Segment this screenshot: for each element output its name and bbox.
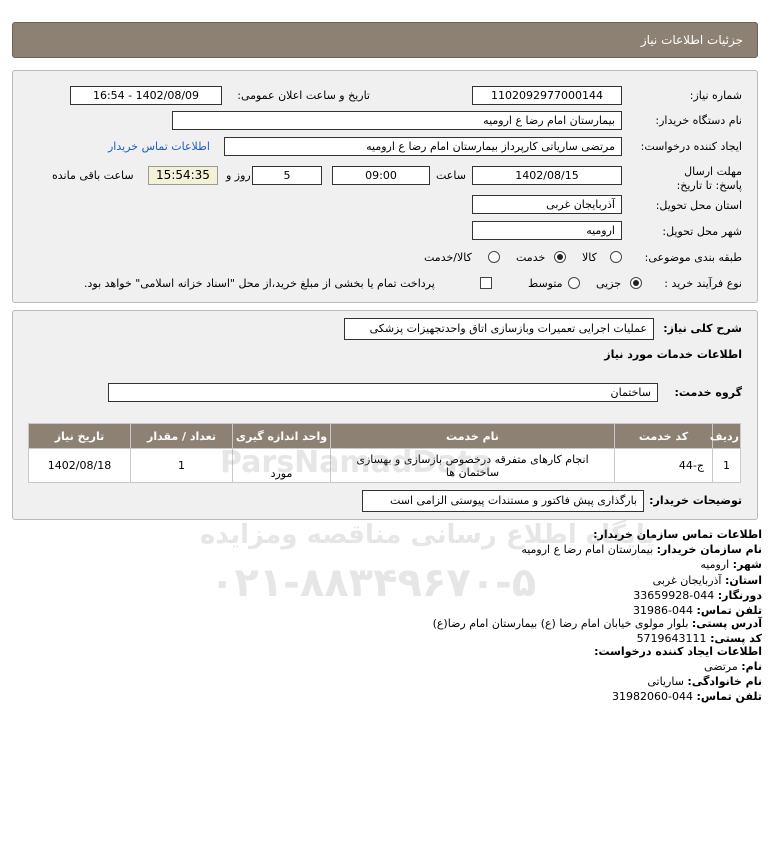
- page-title: جزئیات اطلاعات نیاز: [640, 33, 743, 47]
- creator-last-name: نام خانوادگی: ساریاتی: [647, 675, 762, 688]
- page-header: جزئیات اطلاعات نیاز: [12, 22, 758, 58]
- contact-city: شهر: ارومیه: [700, 558, 762, 571]
- cell-need-date: 1402/08/18: [28, 448, 131, 483]
- deadline-label: مهلت ارسال پاسخ: تا تاریخ:: [676, 165, 742, 192]
- category-radio-goods[interactable]: [610, 251, 622, 263]
- cell-quantity: 1: [130, 448, 233, 483]
- contact-title: اطلاعات تماس سازمان خریدار:: [593, 528, 762, 541]
- contact-fax: دورنگار: 044-33659928: [633, 589, 762, 602]
- service-group-label: گروه خدمت:: [674, 386, 742, 399]
- col-row-number: ردیف: [710, 423, 741, 449]
- buyer-notes-label: توضیحات خریدار:: [649, 494, 742, 507]
- col-service-code: کد خدمت: [614, 423, 713, 449]
- service-group-field: ساختمان: [108, 383, 658, 402]
- need-number-field: 1102092977000144: [472, 86, 622, 105]
- creator-first-name: نام: مرتضی: [704, 660, 762, 673]
- deadline-hour-label: ساعت: [436, 169, 466, 182]
- process-option-minor: جزیی: [596, 277, 622, 290]
- category-radio-service[interactable]: [554, 251, 566, 263]
- treasury-payment-note: پرداخت تمام یا بخشی از مبلغ خرید،از محل …: [84, 277, 435, 290]
- cell-unit: مورد: [232, 448, 331, 483]
- days-label: روز و: [226, 169, 251, 182]
- services-section-title: اطلاعات خدمات مورد نیاز: [604, 348, 742, 361]
- contact-org: نام سازمان خریدار: بیمارستان امام رضا ع …: [521, 543, 762, 556]
- days-remaining-field: 5: [252, 166, 322, 185]
- creator-phone: تلفن تماس: 044-31982060: [612, 690, 762, 703]
- process-option-medium: متوسط: [528, 277, 563, 290]
- need-summary-panel: [12, 310, 758, 520]
- process-label: نوع فرآیند خرید :: [664, 277, 742, 290]
- contact-postal-code: کد پستی: 5719643111: [636, 632, 762, 645]
- col-service-name: نام خدمت: [330, 423, 615, 449]
- contact-phone: تلفن تماس: 044-31986: [633, 604, 762, 617]
- category-option-service: خدمت: [516, 251, 546, 264]
- remaining-time-box: 15:54:35: [148, 166, 218, 185]
- col-unit: واحد اندازه گیری: [232, 423, 331, 449]
- remaining-time-label: ساعت باقی مانده: [52, 169, 134, 182]
- province-field: آذربایجان غربی: [472, 195, 622, 214]
- watermark-phone: ۰۲۱-۸۸۳۴۹۶۷۰-۵: [210, 560, 537, 606]
- cell-service-code: ج-44: [614, 448, 713, 483]
- creator-info-title: اطلاعات ایجاد کننده درخواست:: [594, 645, 762, 658]
- category-label: طبقه بندی موضوعی:: [644, 251, 742, 264]
- process-radio-minor[interactable]: [630, 277, 642, 289]
- city-field: ارومیه: [472, 221, 622, 240]
- category-radio-goods-service[interactable]: [488, 251, 500, 263]
- need-number-label: شماره نیاز:: [689, 89, 742, 102]
- treasury-payment-checkbox[interactable]: [480, 277, 492, 289]
- creator-label: ایجاد کننده درخواست:: [640, 140, 742, 153]
- announce-datetime-label: تاریخ و ساعت اعلان عمومی:: [237, 89, 370, 102]
- creator-field: مرتضی ساریاتی کارپرداز بیمارستان امام رض…: [224, 137, 622, 156]
- deadline-date-field: 1402/08/15: [472, 166, 622, 185]
- col-quantity: تعداد / مقدار: [130, 423, 233, 449]
- cell-service-name: انجام کارهای متفرقه درخصوص بازسازی و بهس…: [330, 448, 615, 483]
- table-header-row: ردیف کد خدمت نام خدمت واحد اندازه گیری ت…: [28, 423, 741, 449]
- buyer-org-field: بیمارستان امام رضا ع ارومیه: [172, 111, 622, 130]
- province-label: استان محل تحویل:: [655, 199, 742, 212]
- buyer-contact-link[interactable]: اطلاعات تماس خریدار: [108, 140, 210, 153]
- services-table: ردیف کد خدمت نام خدمت واحد اندازه گیری ت…: [28, 423, 741, 483]
- city-label: شهر محل تحویل:: [662, 225, 742, 238]
- announce-datetime-field: 1402/08/09 - 16:54: [70, 86, 222, 105]
- table-row: 1 ج-44 انجام کارهای متفرقه درخصوص بازساز…: [28, 448, 741, 483]
- buyer-org-label: نام دستگاه خریدار:: [655, 114, 742, 127]
- need-summary-label: شرح کلی نیاز:: [663, 322, 742, 335]
- cell-row-number: 1: [712, 448, 741, 483]
- deadline-time-field: 09:00: [332, 166, 430, 185]
- category-option-goods: کالا: [582, 251, 597, 264]
- buyer-notes-field: بارگذاری پیش فاکتور و مستندات پیوستی الز…: [362, 490, 644, 512]
- contact-address: آدرس پستی: بلوار مولوی خیابان امام رضا (…: [432, 617, 762, 630]
- category-option-goods-service: کالا/خدمت: [424, 251, 472, 264]
- col-need-date: تاریخ نیاز: [28, 423, 131, 449]
- need-summary-field: عملیات اجرایی تعمیرات وبازسازی اتاق واحد…: [344, 318, 654, 340]
- process-radio-medium[interactable]: [568, 277, 580, 289]
- contact-province: استان: آذربایجان غربی: [652, 574, 762, 587]
